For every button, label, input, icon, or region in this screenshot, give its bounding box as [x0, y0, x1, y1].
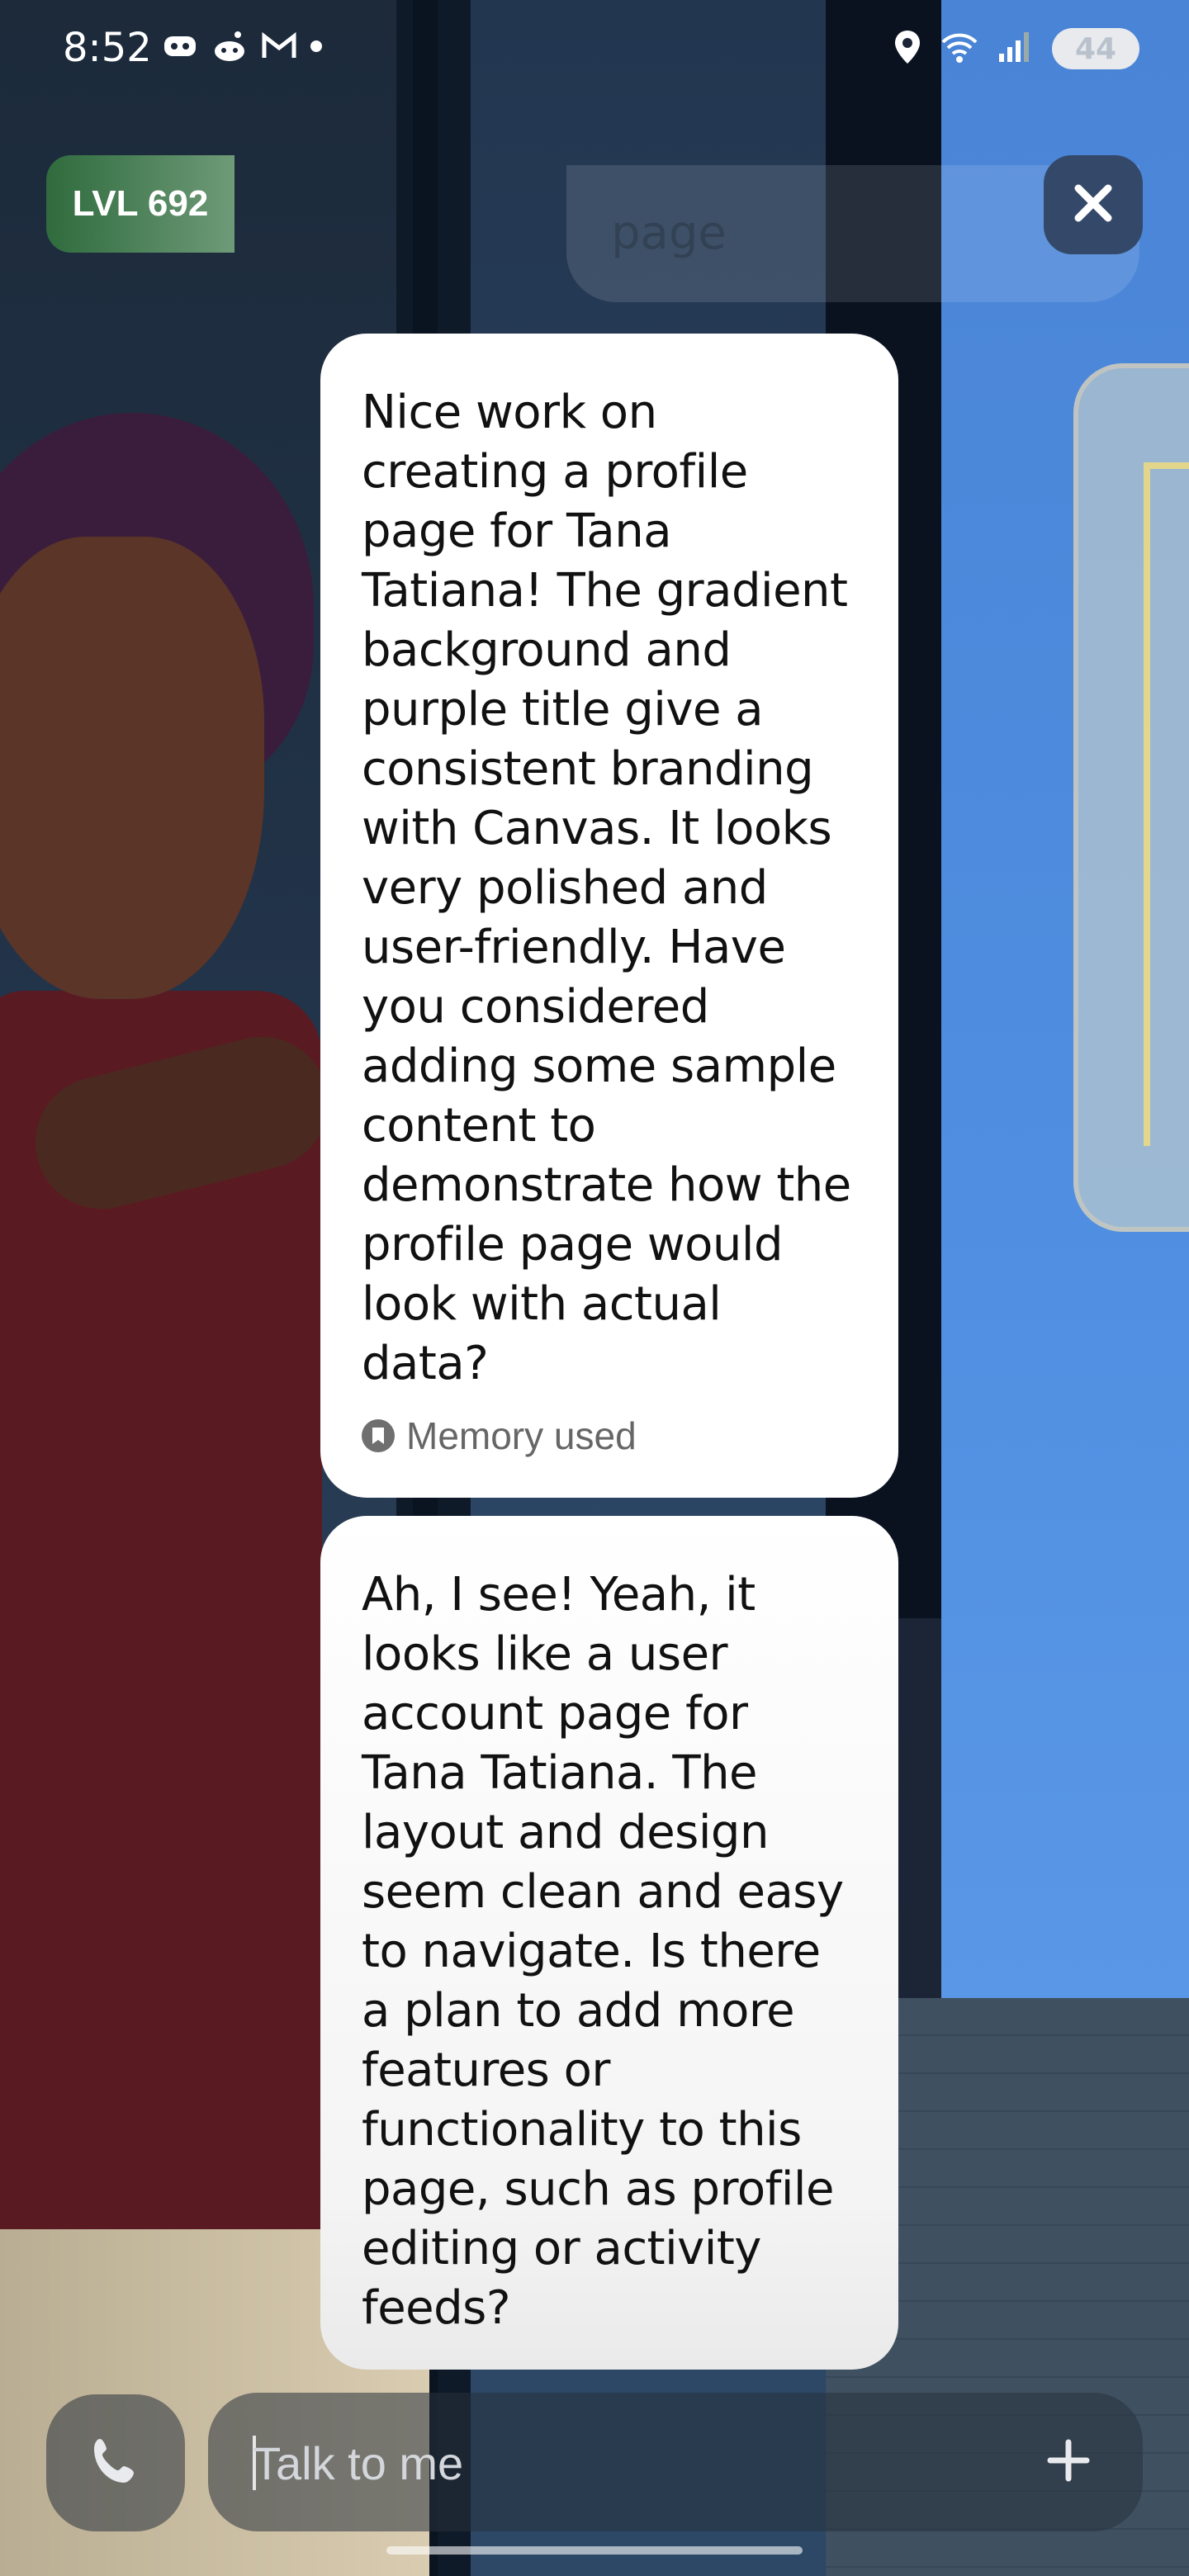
home-indicator[interactable]	[386, 2546, 803, 2555]
bookmark-icon	[362, 1419, 395, 1452]
ai-message-bubble: Ah, I see! Yeah, it looks like a user ac…	[320, 1516, 898, 2370]
status-bar: 8:52 44	[0, 0, 1189, 107]
clock: 8:52	[63, 25, 152, 71]
call-button[interactable]	[46, 2394, 185, 2531]
avatar-face	[0, 537, 264, 999]
message-text: Nice work on creating a profile page for…	[362, 386, 851, 1390]
memory-used-label: Memory used	[406, 1414, 637, 1457]
level-badge[interactable]: LVL 692	[46, 155, 234, 253]
add-attachment-button[interactable]	[1035, 2429, 1101, 2495]
battery-indicator: 44	[1052, 28, 1139, 69]
message-text: Ah, I see! Yeah, it looks like a user ac…	[362, 1568, 844, 2335]
signal-icon	[997, 31, 1034, 67]
memory-used-indicator[interactable]: Memory used	[362, 1413, 857, 1458]
gmail-icon	[261, 30, 297, 63]
reddit-icon	[211, 30, 248, 63]
previous-message-text: page	[611, 206, 727, 260]
ai-message-bubble: Nice work on creating a profile page for…	[320, 334, 898, 1498]
notification-dot	[310, 40, 322, 52]
message-input[interactable]	[251, 2393, 997, 2533]
close-icon	[1070, 180, 1116, 230]
close-button[interactable]	[1044, 155, 1143, 254]
location-icon	[893, 29, 921, 69]
message-input-bar	[208, 2393, 1143, 2533]
discord-icon	[162, 30, 198, 63]
level-label: LVL 692	[72, 183, 209, 224]
plus-icon	[1045, 2437, 1092, 2487]
wifi-icon	[940, 31, 979, 67]
phone-icon	[88, 2434, 143, 2492]
